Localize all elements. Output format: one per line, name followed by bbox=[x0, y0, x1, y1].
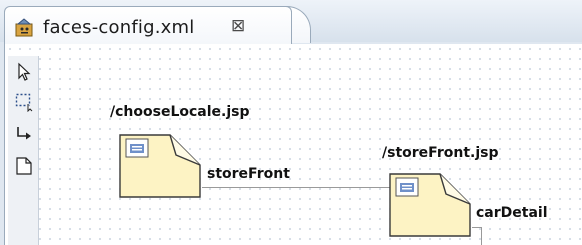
editor-tab[interactable]: faces-config.xml ⊠ bbox=[4, 6, 292, 47]
palette-toolbar bbox=[8, 56, 39, 245]
faces-config-icon bbox=[15, 18, 35, 38]
nav-case-label-storefront: storeFront bbox=[207, 166, 290, 182]
page-node-storefront[interactable] bbox=[388, 172, 472, 238]
navigation-connector[interactable] bbox=[202, 187, 390, 188]
close-icon[interactable]: ⊠ bbox=[231, 16, 245, 36]
marquee-icon[interactable] bbox=[14, 92, 34, 113]
navigation-connector[interactable] bbox=[481, 227, 482, 245]
select-arrow-icon[interactable] bbox=[14, 62, 34, 82]
page-label-storefront: /storeFront.jsp bbox=[382, 145, 499, 161]
nav-case-label-cardetail: carDetail bbox=[476, 205, 548, 221]
page-label-chooselocale: /chooseLocale.jsp bbox=[110, 104, 250, 120]
connection-icon[interactable] bbox=[14, 124, 34, 144]
tab-title: faces-config.xml bbox=[43, 17, 195, 38]
page-node-chooselocale[interactable] bbox=[118, 133, 202, 199]
page-icon[interactable] bbox=[14, 156, 34, 176]
